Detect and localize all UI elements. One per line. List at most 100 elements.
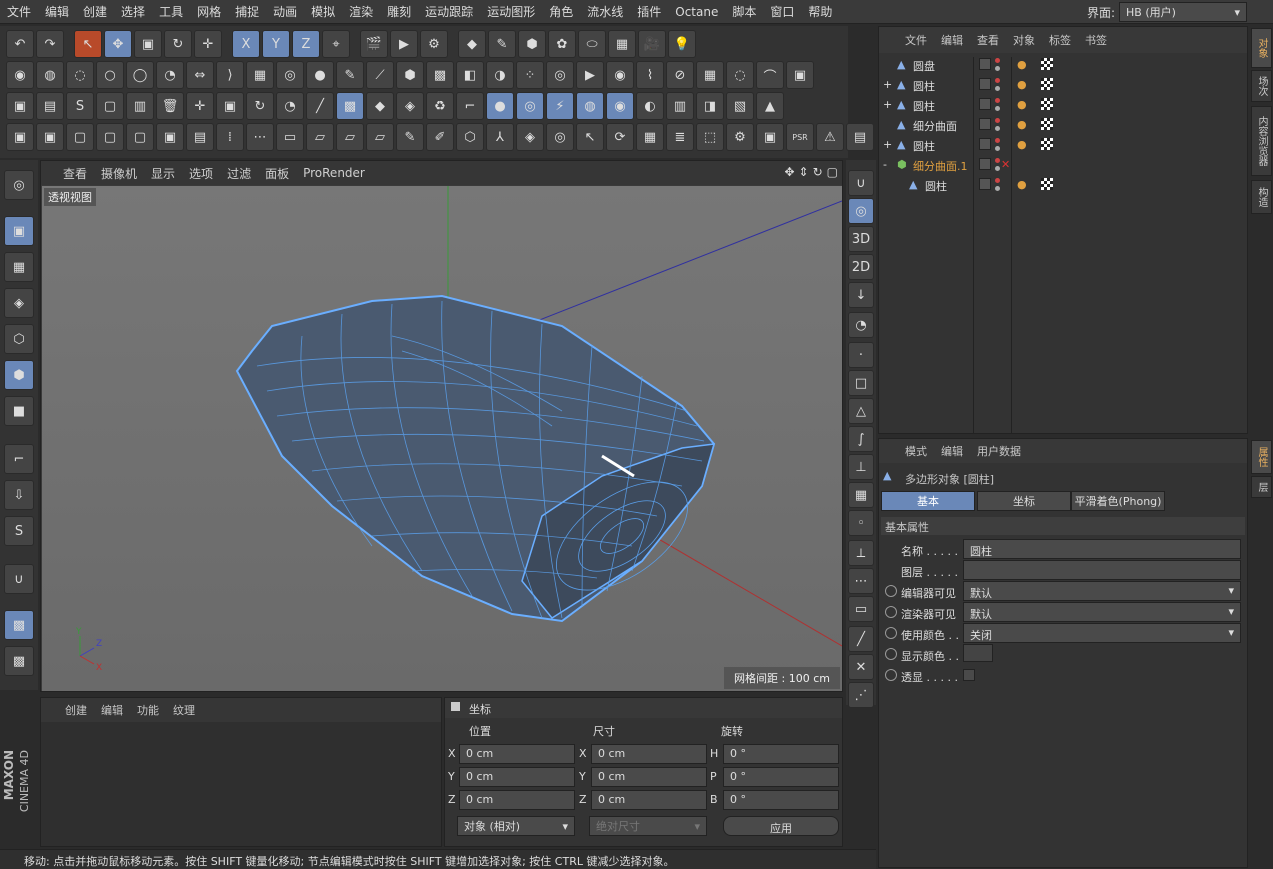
anim-radio[interactable] xyxy=(885,585,897,597)
y-axis-lock-icon[interactable]: Y xyxy=(262,30,290,58)
snap-vertex-icon[interactable]: · xyxy=(848,342,874,368)
anim-radio[interactable] xyxy=(885,648,897,660)
attribute-tab[interactable]: 坐标 xyxy=(977,491,1071,511)
subdivision-icon[interactable]: ⬢ xyxy=(518,30,546,58)
lock-grid-button[interactable]: ▩ xyxy=(4,610,34,640)
move-axis-icon[interactable]: ✛ xyxy=(186,92,214,120)
circle-icon[interactable]: ◯ xyxy=(126,61,154,89)
position-field[interactable]: 0 cm xyxy=(459,744,575,764)
maximize-view-icon[interactable]: ▢ xyxy=(827,165,838,179)
sphere-lattice-icon[interactable]: ◎ xyxy=(276,61,304,89)
render-view-icon[interactable]: 🎬 xyxy=(360,30,388,58)
expand-toggle[interactable]: - xyxy=(883,158,887,171)
snap-axis-icon[interactable]: ⊥ xyxy=(848,454,874,480)
perspective-viewport[interactable]: Y Z X 透视视图 网格间距 : 100 cm xyxy=(42,186,842,691)
menu-item[interactable]: 运动图形 xyxy=(480,3,542,20)
light-icon[interactable]: 💡 xyxy=(668,30,696,58)
menu-item[interactable]: 角色 xyxy=(542,3,580,20)
object-menu-item[interactable]: 文件 xyxy=(905,32,927,48)
bend-icon[interactable]: ⟩ xyxy=(216,61,244,89)
snap-s-button[interactable]: S xyxy=(4,516,34,546)
menu-item[interactable]: 选择 xyxy=(114,3,152,20)
snap-magnet-icon[interactable]: ∪ xyxy=(848,170,874,196)
interface-select[interactable]: HB (用户) ▾ xyxy=(1119,2,1247,22)
ruler-icon[interactable]: ▤ xyxy=(846,123,874,151)
attribute-field[interactable] xyxy=(963,560,1241,580)
render-dot[interactable] xyxy=(995,186,1000,191)
bowl-icon[interactable]: ◉ xyxy=(606,92,634,120)
zoom-view-icon[interactable]: ⇕ xyxy=(799,165,809,179)
render-region-icon[interactable]: ▣ xyxy=(6,92,34,120)
snap-line-icon[interactable]: ╱ xyxy=(848,626,874,652)
render-dot[interactable] xyxy=(995,126,1000,131)
anim-radio[interactable] xyxy=(885,669,897,681)
rotate-view-icon[interactable]: ↻ xyxy=(813,165,823,179)
cube-dark-icon[interactable]: ▣ xyxy=(156,123,184,151)
bevel-icon[interactable]: ◍ xyxy=(36,61,64,89)
object-row[interactable]: ▲ 细分曲面 ● xyxy=(879,115,1247,135)
side-tab[interactable]: 属性 xyxy=(1251,440,1272,474)
visibility-dot[interactable] xyxy=(995,158,1000,163)
phong-tag-icon[interactable]: ● xyxy=(1017,78,1027,91)
alert-icon[interactable]: ⚠ xyxy=(816,123,844,151)
gear-icon[interactable]: ▥ xyxy=(666,92,694,120)
frame-icon[interactable]: ◨ xyxy=(696,92,724,120)
undo-view-icon[interactable]: ◎ xyxy=(4,170,34,200)
model-mode-button[interactable]: ▣ xyxy=(4,216,34,246)
magnet-icon[interactable]: ∪ xyxy=(4,564,34,594)
doc-icon[interactable]: ▤ xyxy=(36,92,64,120)
rotation-field[interactable]: 0 ° xyxy=(723,744,839,764)
viewport-menu-item[interactable]: ProRender xyxy=(303,166,365,180)
layer-check-icon[interactable] xyxy=(979,98,991,110)
phong-tag-icon[interactable]: ● xyxy=(1017,118,1027,131)
move-icon[interactable]: ✥ xyxy=(104,30,132,58)
side-tab[interactable]: 层 xyxy=(1251,476,1272,498)
psr-icon[interactable]: PSR xyxy=(786,123,814,151)
object-name[interactable]: 细分曲面.1 xyxy=(913,158,968,174)
plane3-icon[interactable]: ▱ xyxy=(366,123,394,151)
x-axis-lock-icon[interactable]: X xyxy=(232,30,260,58)
dissolve-icon[interactable]: ⊘ xyxy=(666,61,694,89)
list-icon[interactable]: ≣ xyxy=(666,123,694,151)
menu-item[interactable]: 窗口 xyxy=(763,3,801,20)
visibility-dot[interactable] xyxy=(995,78,1000,83)
bulge-icon[interactable]: ◉ xyxy=(6,61,34,89)
deformer-icon[interactable]: ⬭ xyxy=(578,30,606,58)
box-sel-icon[interactable]: ⬚ xyxy=(696,123,724,151)
size-field[interactable]: 0 cm xyxy=(591,744,707,764)
snap-polygon-icon[interactable]: △ xyxy=(848,398,874,424)
snap-down-icon[interactable]: ↓ xyxy=(848,282,874,308)
slice-icon[interactable]: ▭ xyxy=(276,123,304,151)
brush-icon[interactable]: ✎ xyxy=(336,61,364,89)
rotate-icon[interactable]: ↻ xyxy=(164,30,192,58)
scale-axis-icon[interactable]: ▣ xyxy=(216,92,244,120)
select-live-icon[interactable]: ↖ xyxy=(74,30,102,58)
connect-icon[interactable]: ⋯ xyxy=(246,123,274,151)
paint-icon[interactable]: ▧ xyxy=(726,92,754,120)
null-icon[interactable]: ● xyxy=(306,61,334,89)
edges-mode-button[interactable]: ⬢ xyxy=(4,360,34,390)
position-field[interactable]: 0 cm xyxy=(459,790,575,810)
z-axis-lock-icon[interactable]: Z xyxy=(292,30,320,58)
lock-icon[interactable]: ▣ xyxy=(756,123,784,151)
object-name[interactable]: 细分曲面 xyxy=(913,118,957,134)
material-menu-item[interactable]: 功能 xyxy=(137,702,159,718)
object-menu-item[interactable]: 查看 xyxy=(977,32,999,48)
menu-item[interactable]: 脚本 xyxy=(725,3,763,20)
mesh-sel2-icon[interactable]: ◈ xyxy=(396,92,424,120)
object-row[interactable]: ▲ 圆盘 ● xyxy=(879,55,1247,75)
weld-icon[interactable]: ◌ xyxy=(726,61,754,89)
snap-guide-icon[interactable]: ⋯ xyxy=(848,568,874,594)
menu-item[interactable]: 流水线 xyxy=(580,3,630,20)
loop-icon[interactable]: ⟳ xyxy=(606,123,634,151)
viewport-menu-item[interactable]: 面板 xyxy=(265,165,289,182)
render-settings-icon[interactable]: ⚙ xyxy=(420,30,448,58)
rotation-field[interactable]: 0 ° xyxy=(723,790,839,810)
angle-icon[interactable]: ◔ xyxy=(276,92,304,120)
visibility-dot[interactable] xyxy=(995,98,1000,103)
size-field[interactable]: 0 cm xyxy=(591,790,707,810)
trash-icon[interactable]: 🗑 xyxy=(156,92,184,120)
box-icon[interactable]: ▣ xyxy=(786,61,814,89)
attribute-menu-item[interactable]: 编辑 xyxy=(941,443,963,459)
attribute-field[interactable]: 默认 ▾ xyxy=(963,581,1241,601)
